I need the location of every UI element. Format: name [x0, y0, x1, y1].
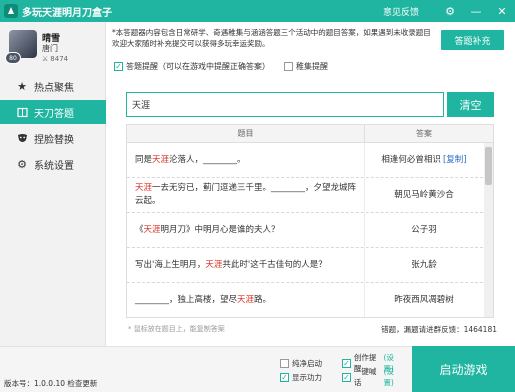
scrollbar[interactable]: [484, 143, 493, 317]
question-cell[interactable]: 天涯一去无穷已，蓟门逗递三千里。________，夕望龙城阵云起。: [127, 178, 365, 212]
sidebar-item-quiz[interactable]: 天刀答题: [0, 100, 106, 124]
checkbox-unchecked[interactable]: [280, 358, 289, 368]
question-cell[interactable]: 写出'海上生明月，天涯共此时'这千古佳句的人是？: [127, 248, 365, 282]
sidebar-nav: ★ 热点聚焦 天刀答题 捏脸替换 ⚙ 系统设置: [0, 74, 106, 178]
user-profile: 80 晴雪 唐门 ⚔ 8474: [0, 22, 105, 72]
collect-hint-label: 稚集提醒: [296, 62, 328, 71]
col-question: 题目: [127, 125, 365, 142]
sidebar-item-label: 捏脸替换: [34, 134, 74, 146]
settings-link[interactable]: (设置): [383, 366, 404, 388]
question-cell[interactable]: ________，独上高楼，望尽天涯路。: [127, 283, 365, 317]
sidebar-item-settings[interactable]: ⚙ 系统设置: [0, 152, 106, 176]
score-value: 8474: [50, 55, 69, 63]
title-bar: 多玩天涯明月刀盒子 意见反馈 ⚙ — ✕: [0, 0, 515, 22]
sidebar-item-face[interactable]: 捏脸替换: [0, 126, 106, 150]
answer-cell: 公子羽: [411, 224, 437, 235]
gear-icon: ⚙: [17, 157, 27, 171]
checkbox-checked[interactable]: ✓: [114, 62, 123, 71]
launch-options: 纯净启动 ✓ 创作提醒 (设置) ✓ 显示功力 ✓ 一键喊话 (设置): [280, 353, 404, 387]
answer-hint-label: 答题提醒（可以在游戏中提醒正确答案）: [126, 62, 270, 71]
answer-hint-check[interactable]: ✓ 答题提醒（可以在游戏中提醒正确答案）: [114, 61, 270, 72]
table-header: 题目 答案: [127, 125, 493, 143]
checkbox-checked[interactable]: ✓: [342, 372, 351, 382]
table-row[interactable]: 天涯一去无穷已，蓟门逗递三千里。________，夕望龙城阵云起。 朝见马岭黄沙…: [127, 178, 493, 213]
opt-show-power[interactable]: ✓ 显示功力: [280, 372, 342, 383]
profile-score: ⚔ 8474: [42, 55, 68, 63]
version-text[interactable]: 版本号：1.0.0.10 检查更新: [4, 378, 97, 389]
table-row[interactable]: 写出'海上生明月，天涯共此时'这千古佳句的人是？ 张九龄: [127, 248, 493, 283]
feedback-link[interactable]: 意见反馈: [383, 5, 419, 18]
opt-one-click-shout[interactable]: ✓ 一键喊话 (设置): [342, 366, 404, 388]
search-input[interactable]: [126, 92, 444, 117]
sidebar-item-hot[interactable]: ★ 热点聚焦: [0, 74, 106, 98]
star-icon: ★: [17, 79, 27, 93]
question-cell[interactable]: 同是天涯沦落人，________。: [127, 143, 365, 177]
profile-school: 唐门: [42, 44, 58, 53]
clear-button[interactable]: 清空: [447, 92, 494, 117]
gear-icon[interactable]: ⚙: [437, 0, 463, 22]
notice-text: *本答题器内容包含日常研学、奇遇稚集与涵涵答题三个活动中的题目答案，如果遇到未收…: [112, 28, 431, 48]
app-logo-icon: [4, 4, 18, 18]
book-icon: [16, 106, 28, 118]
level-badge: 80: [5, 52, 21, 64]
scroll-thumb[interactable]: [485, 147, 492, 185]
opt-pure-launch[interactable]: 纯净启动: [280, 358, 342, 369]
supplement-button[interactable]: 答题补充: [441, 30, 504, 50]
start-game-button[interactable]: 启动游戏: [412, 346, 515, 392]
avatar[interactable]: 80: [5, 30, 37, 64]
question-cell[interactable]: 《天涯明月刀》中明月心是谁的夫人？: [127, 213, 365, 247]
table-row[interactable]: ________，独上高楼，望尽天涯路。 昨夜西风凋碧树: [127, 283, 493, 317]
sidebar-item-label: 系统设置: [34, 160, 74, 172]
feedback-group-text: 错题，漏题请进群反馈：1464181: [381, 325, 497, 334]
answer-cell: 张九龄: [411, 259, 437, 270]
copy-hint: * 鼠标放在题目上，能复制答案: [128, 325, 225, 333]
checkbox-checked[interactable]: ✓: [280, 372, 289, 382]
sidebar-item-label: 热点聚焦: [34, 82, 74, 94]
copy-link[interactable]: [复制]: [443, 154, 467, 167]
close-icon[interactable]: ✕: [489, 0, 515, 22]
face-mask-icon: [16, 132, 28, 144]
answer-cell: 昨夜西风凋碧树: [394, 294, 454, 305]
col-answer: 答案: [416, 129, 432, 138]
sidebar-item-label: 天刀答题: [34, 108, 74, 120]
option-checks: ✓ 答题提醒（可以在游戏中提醒正确答案） 稚集提醒: [114, 61, 342, 72]
answer-cell: 朝见马岭黄沙合: [394, 189, 454, 200]
sword-icon: ⚔: [42, 55, 49, 63]
app-title: 多玩天涯明月刀盒子: [22, 7, 112, 19]
answer-table: 题目 答案 同是天涯沦落人，________。 相逢何必曾相识 [复制] 天涯一去…: [126, 124, 494, 318]
table-row[interactable]: 《天涯明月刀》中明月心是谁的夫人？ 公子羽: [127, 213, 493, 248]
answer-cell: 相逢何必曾相识 [复制]: [381, 154, 467, 167]
table-row[interactable]: 同是天涯沦落人，________。 相逢何必曾相识 [复制]: [127, 143, 493, 178]
sidebar: 80 晴雪 唐门 ⚔ 8474 ★ 热点聚焦 天刀答题 捏脸替换 ⚙ 系统设置: [0, 22, 106, 372]
collect-hint-check[interactable]: 稚集提醒: [284, 61, 328, 72]
minimize-icon[interactable]: —: [463, 0, 489, 22]
checkbox-unchecked[interactable]: [284, 62, 293, 71]
